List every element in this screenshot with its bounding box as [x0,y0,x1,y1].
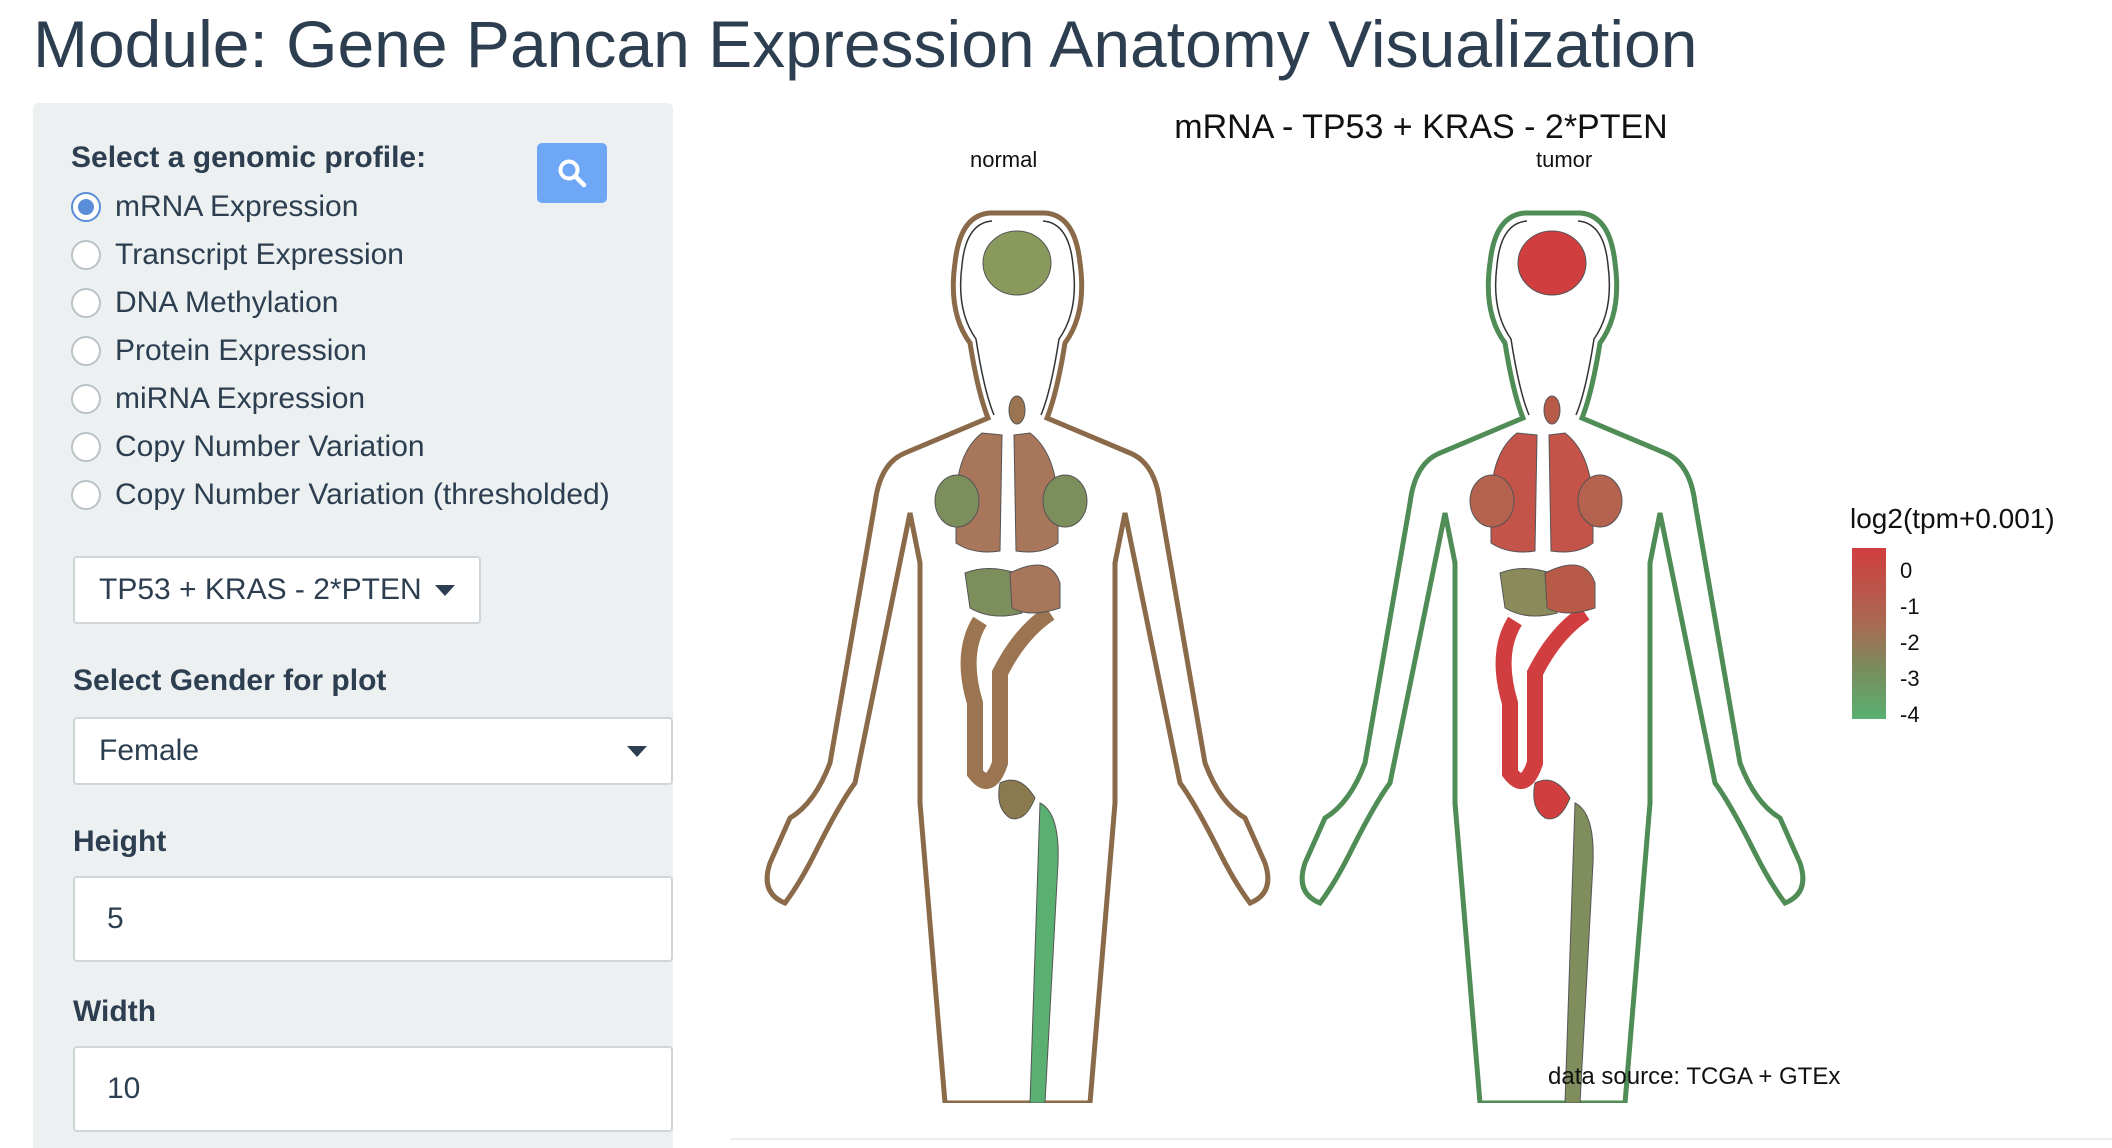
legend-tick-label: -4 [1900,702,1920,727]
legend-tick-label: -1 [1900,594,1920,619]
anatomy-plot: mRNA - TP53 + KRAS - 2*PTEN normal tumor… [730,103,2112,1138]
width-input[interactable]: 10 [73,1046,673,1132]
panel-label-tumor: tumor [1536,147,1593,172]
legend-colorbar [1852,548,1886,719]
gender-label: Select Gender for plot [73,664,387,697]
brain [982,230,1052,296]
gender-select-value: Female [99,734,200,767]
chevron-down-icon [627,745,647,757]
chevron-down-icon [435,584,455,596]
radio-copy-number-variation[interactable]: Copy Number Variation [71,427,425,467]
breast-right [1042,474,1088,528]
panel-label-normal: normal [970,147,1038,172]
radio-label: Copy Number Variation [115,430,425,463]
breast-right [1577,474,1623,528]
radio-label: miRNA Expression [115,382,366,415]
gene-select-value: TP53 + KRAS - 2*PTEN [99,573,422,606]
brain [1517,230,1587,296]
radio-copy-number-thresholded[interactable]: Copy Number Variation (thresholded) [71,475,610,515]
radio-button[interactable] [71,288,101,318]
radio-button[interactable] [71,336,101,366]
radio-button[interactable] [71,240,101,270]
leg-muscle [1564,802,1594,1103]
radio-label: Transcript Expression [115,238,404,271]
legend-tick-label: -3 [1900,666,1920,691]
pancreas [1544,564,1596,614]
radio-label: DNA Methylation [115,286,339,319]
plot-title: mRNA - TP53 + KRAS - 2*PTEN [1174,108,1668,146]
search-button[interactable] [537,143,607,203]
profile-label: Select a genomic profile: [71,141,427,174]
radio-protein-expression[interactable]: Protein Expression [71,331,367,371]
radio-mirna-expression[interactable]: miRNA Expression [71,379,365,419]
uterus [998,779,1036,820]
height-input[interactable]: 5 [73,876,673,962]
colon [1495,606,1590,789]
gender-select[interactable]: Female [73,717,673,785]
radio-label: Protein Expression [115,334,367,367]
body-figure-tumor [1299,210,1806,1103]
width-label: Width [73,995,157,1028]
uterus [1533,779,1571,820]
radio-mrna-expression[interactable]: mRNA Expression [71,187,358,227]
radio-button[interactable] [71,432,101,462]
gene-select[interactable]: TP53 + KRAS - 2*PTEN [73,556,481,624]
data-source-caption: data source: TCGA + GTEx [1548,1063,1841,1090]
leg-muscle [1029,802,1059,1103]
search-icon [558,159,587,188]
breast-left [934,474,980,528]
radio-label: mRNA Expression [115,190,359,223]
legend-tick-label: 0 [1900,558,1913,583]
page-title: Module: Gene Pancan Expression Anatomy V… [33,7,1698,81]
legend-tick-label: -2 [1900,630,1920,655]
thyroid [1008,395,1026,425]
legend-title: log2(tpm+0.001) [1850,503,2055,534]
pancreas [1009,564,1061,614]
body-figure-normal [764,210,1271,1103]
radio-transcript-expression[interactable]: Transcript Expression [71,235,404,275]
colon [960,606,1055,789]
radio-button[interactable] [71,480,101,510]
radio-button[interactable] [71,384,101,414]
thyroid [1543,395,1561,425]
sidebar-panel: Select a genomic profile: mRNA Expressio… [33,103,673,1148]
radio-dna-methylation[interactable]: DNA Methylation [71,283,338,323]
divider [730,1138,2112,1140]
radio-label: Copy Number Variation (thresholded) [115,478,610,511]
breast-left [1469,474,1515,528]
radio-button[interactable] [71,192,101,222]
height-label: Height [73,825,167,858]
